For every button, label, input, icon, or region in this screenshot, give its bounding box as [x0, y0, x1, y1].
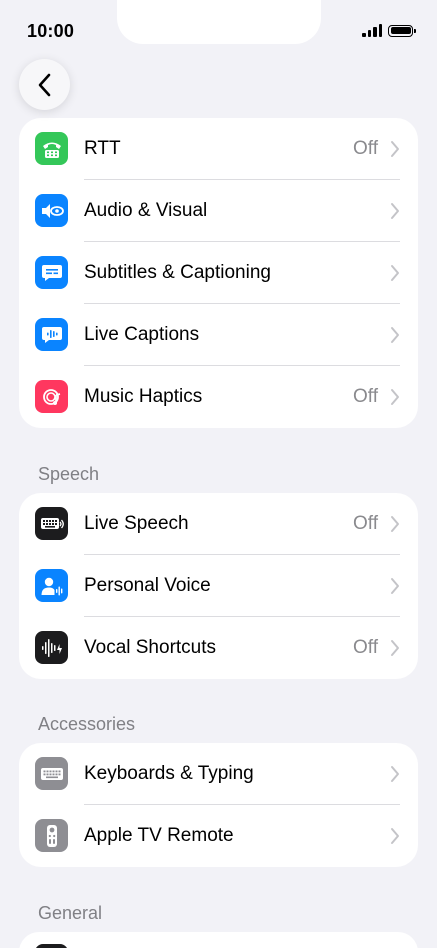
chevron-right-icon — [391, 265, 399, 281]
row-value: Off — [353, 138, 378, 159]
subtitles-icon — [35, 256, 68, 289]
row-label: Keyboards & Typing — [84, 763, 254, 784]
row-label: Apple TV Remote — [84, 825, 234, 846]
chevron-right-icon — [391, 203, 399, 219]
row-value: Off — [353, 386, 378, 407]
rtt-phone-icon — [35, 132, 68, 165]
chevron-right-icon — [391, 141, 399, 157]
row-label: RTT — [84, 138, 121, 159]
tv-remote-icon — [35, 819, 68, 852]
status-icons — [362, 24, 416, 37]
chevron-right-icon — [391, 766, 399, 782]
row-value: Off — [353, 513, 378, 534]
chevron-right-icon — [391, 327, 399, 343]
row-label: Vocal Shortcuts — [84, 637, 217, 658]
group-speech: Live Speech Off Personal Voice Vocal Sho… — [19, 493, 418, 679]
audio-visual-icon — [35, 194, 68, 227]
group-general — [19, 932, 418, 948]
row-rtt[interactable]: RTT Off — [19, 118, 418, 180]
chevron-right-icon — [391, 640, 399, 656]
row-subtitles-captioning[interactable]: Subtitles & Captioning — [19, 242, 418, 304]
general-row-icon — [35, 944, 68, 948]
waveform-icon — [35, 631, 68, 664]
chevron-right-icon — [391, 389, 399, 405]
row-live-captions[interactable]: Live Captions — [19, 304, 418, 366]
keyboard-icon — [35, 757, 68, 790]
personal-voice-icon — [35, 569, 68, 602]
status-bar: 10:00 — [0, 0, 437, 60]
chevron-left-icon — [38, 73, 50, 96]
row-vocal-shortcuts[interactable]: Vocal Shortcuts Off — [19, 617, 418, 679]
row-label: Audio & Visual — [84, 200, 208, 221]
row-keyboards-typing[interactable]: Keyboards & Typing — [19, 743, 418, 805]
row-audio-visual[interactable]: Audio & Visual — [19, 180, 418, 242]
dynamic-island-notch — [117, 0, 321, 44]
chevron-right-icon — [391, 578, 399, 594]
row-label: Music Haptics — [84, 386, 203, 407]
group-accessories: Keyboards & Typing Apple TV Remote — [19, 743, 418, 867]
back-button[interactable] — [19, 59, 70, 110]
row-value: Off — [353, 637, 378, 658]
row-live-speech[interactable]: Live Speech Off — [19, 493, 418, 555]
screen: 10:00 RTT Off Audio & Visual Subtitles &… — [0, 0, 437, 948]
row-label: Personal Voice — [84, 575, 211, 596]
row-music-haptics[interactable]: Music Haptics Off — [19, 366, 418, 428]
section-header-speech: Speech — [38, 464, 100, 484]
live-captions-icon — [35, 318, 68, 351]
section-header-general: General — [38, 903, 103, 923]
row-personal-voice[interactable]: Personal Voice — [19, 555, 418, 617]
row-label: Live Captions — [84, 324, 200, 345]
battery-icon — [388, 24, 416, 37]
row-label: Subtitles & Captioning — [84, 262, 271, 283]
status-time: 10:00 — [27, 21, 75, 41]
section-header-accessories: Accessories — [38, 714, 136, 734]
chevron-right-icon — [391, 516, 399, 532]
cellular-signal-icon — [362, 24, 382, 37]
chevron-right-icon — [391, 828, 399, 844]
music-haptics-icon — [35, 380, 68, 413]
group-hearing: RTT Off Audio & Visual Subtitles & Capti… — [19, 118, 418, 428]
row-apple-tv-remote[interactable]: Apple TV Remote — [19, 805, 418, 867]
row-label: Live Speech — [84, 513, 189, 534]
live-speech-keyboard-icon — [35, 507, 68, 540]
